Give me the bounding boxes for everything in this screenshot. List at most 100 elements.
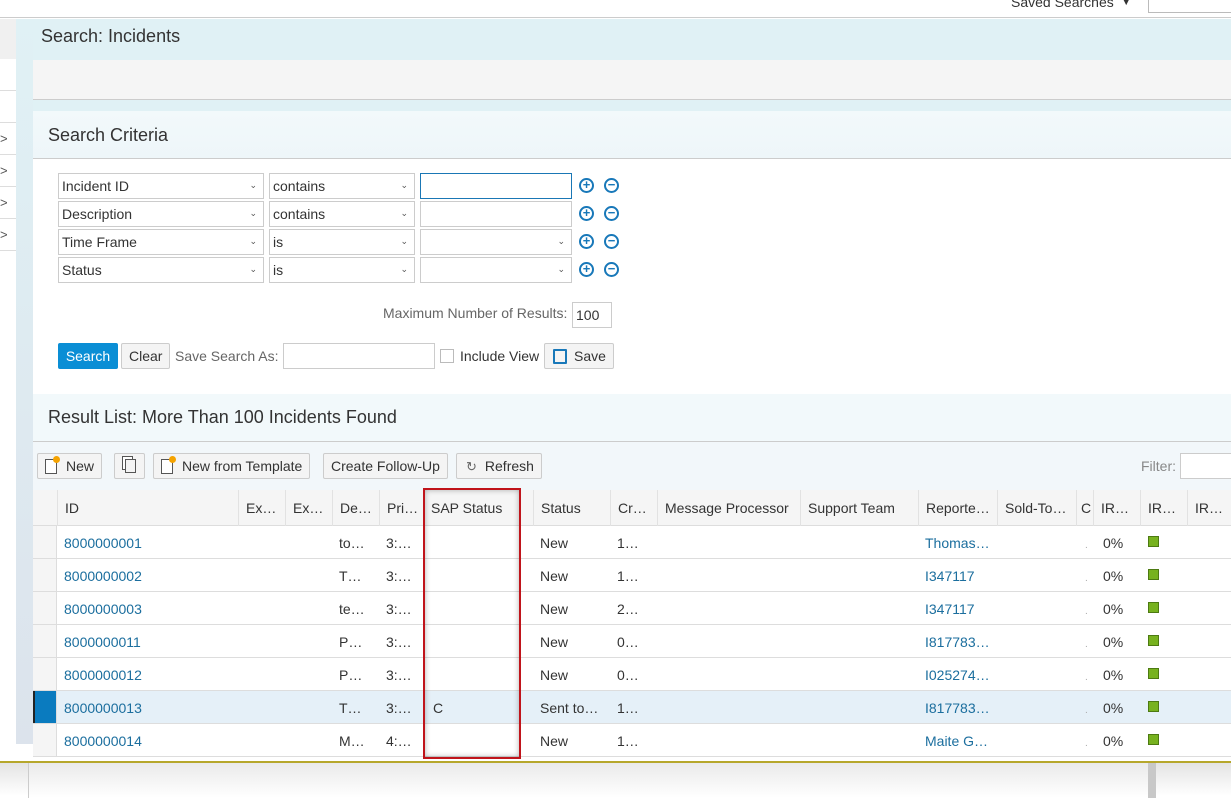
criteria-operator-select[interactable]: contains ⌄ [269,173,415,199]
row-selector[interactable] [33,559,57,591]
scrollbar[interactable] [1148,763,1156,798]
column-header[interactable]: Status [533,490,610,526]
reporter-link[interactable]: I347117 [925,601,975,617]
add-row-icon[interactable]: + [579,206,594,221]
description-cell: M… [339,733,365,749]
save-button[interactable]: Save [544,343,614,369]
incident-id-link[interactable]: 8000000011 [64,634,141,650]
column-header[interactable]: C [1076,490,1093,526]
priority-cell: 3:… [386,700,412,716]
criteria-field-select[interactable]: Description ⌄ [58,201,264,227]
nav-item[interactable]: > [0,123,16,155]
nav-item[interactable]: > [0,155,16,187]
remove-row-icon[interactable]: − [604,234,619,249]
reporter-link[interactable]: I817783… [925,634,990,650]
criteria-operator-select[interactable]: is ⌄ [269,229,415,255]
filter-input[interactable] [1180,453,1231,479]
column-header[interactable]: De… [332,490,379,526]
reporter-link[interactable]: Thomas… [925,535,990,551]
remove-row-icon[interactable]: − [604,178,619,193]
criteria-field-select[interactable]: Incident ID ⌄ [58,173,264,199]
clear-button[interactable]: Clear [121,343,171,369]
copy-button[interactable] [114,453,145,479]
status-lamp-icon [1148,701,1159,712]
table-header: ID Ex… Ex… De… Pri… SAP Status Status Cr… Messag… [33,490,1231,526]
column-header[interactable]: Message Processor [657,490,800,526]
table-row[interactable]: 8000000014 M… 4:… New 1… Maite G…. 0% [33,724,1231,757]
description-cell: to… [339,535,365,551]
saved-searches-menu[interactable]: Saved Searches ▼ [1011,0,1131,10]
new-document-icon [45,456,60,474]
max-results-input[interactable]: 100 [572,302,612,328]
add-row-icon[interactable]: + [579,262,594,277]
incident-id-link[interactable]: 8000000013 [64,700,142,716]
criteria-operator-select[interactable]: is ⌄ [269,257,415,283]
column-header[interactable]: Cr… [610,490,657,526]
reporter-link[interactable]: I025274… [925,667,990,683]
reporter-link[interactable]: I817783… [925,700,990,716]
nav-item[interactable] [0,59,16,91]
table-row[interactable]: 8000000013 T… 3:… C Sent to… 1… I817783…. 0% [33,691,1231,724]
remove-row-icon[interactable]: − [604,262,619,277]
include-view-checkbox[interactable] [440,349,454,363]
nav-item[interactable]: > [0,187,16,219]
global-search-input[interactable] [1148,0,1231,13]
incident-id-link[interactable]: 8000000001 [64,535,142,551]
incident-id-link[interactable]: 8000000012 [64,667,142,683]
nav-item[interactable] [0,91,16,123]
criteria-operator-select[interactable]: contains ⌄ [269,201,415,227]
column-header[interactable]: Sold-To… [997,490,1076,526]
row-selector[interactable] [33,625,57,657]
criteria-field-value: Status [62,262,102,278]
results-toolbar: New New from Template Create Follow-Up ↻… [33,442,1231,490]
status-lamp-icon [1148,602,1159,613]
criteria-value-input[interactable] [420,201,572,227]
refresh-button[interactable]: ↻ Refresh [456,453,542,479]
criteria-value-select[interactable]: ⌄ [420,229,572,255]
criteria-value-input[interactable] [420,173,572,199]
column-header[interactable]: Ex… [238,490,285,526]
column-header[interactable]: ID [57,490,238,526]
bottom-panel [28,763,1148,798]
criteria-value-select[interactable]: ⌄ [420,257,572,283]
reporter-link[interactable]: Maite G… [925,733,988,749]
table-row[interactable]: 8000000011 P… 3:… New 0… I817783…. 0% [33,625,1231,658]
column-header[interactable]: Reporte… [918,490,997,526]
new-from-template-button[interactable]: New from Template [153,453,311,479]
new-button[interactable]: New [37,453,103,479]
incident-id-link[interactable]: 8000000002 [64,568,142,584]
column-header[interactable]: Ex… [285,490,332,526]
table-row[interactable]: 8000000012 P… 3:… New 0… I025274…. 0% [33,658,1231,691]
row-selector[interactable] [33,724,57,756]
row-selector[interactable] [33,691,57,723]
criteria-field-select[interactable]: Time Frame ⌄ [58,229,264,255]
table-row[interactable]: 8000000003 te… 3:… New 2… I347117. 0% [33,592,1231,625]
column-header[interactable]: Pri… [379,490,423,526]
remove-row-icon[interactable]: − [604,206,619,221]
incident-id-link[interactable]: 8000000003 [64,601,142,617]
copy-icon [125,459,136,473]
create-follow-up-button[interactable]: Create Follow-Up [323,453,448,479]
table-row[interactable]: 8000000001 to… 3:… New 1… Thomas…. 0% [33,526,1231,559]
criteria-field-select[interactable]: Status ⌄ [58,257,264,283]
save-search-name-input[interactable] [283,343,435,369]
column-header[interactable]: Support Team [800,490,918,526]
sap-status-highlight [423,488,521,759]
add-row-icon[interactable]: + [579,234,594,249]
nav-item[interactable]: > [0,219,16,251]
incident-id-link[interactable]: 8000000014 [64,733,142,749]
row-selector[interactable] [33,658,57,690]
reporter-link[interactable]: I347117 [925,568,975,584]
save-search-as-label: Save Search As: [175,348,279,364]
row-selector[interactable] [33,526,57,558]
column-header[interactable]: IR… [1187,490,1231,526]
column-header[interactable]: IR… [1140,490,1187,526]
splitter[interactable] [16,19,33,744]
search-button[interactable]: Search [58,343,118,369]
table-row[interactable]: 8000000002 T… 3:… New 1… I347117. 0% [33,559,1231,592]
select-all-cell[interactable] [33,490,57,526]
add-row-icon[interactable]: + [579,178,594,193]
chevron-down-icon: ⌄ [249,180,257,190]
row-selector[interactable] [33,592,57,624]
column-header[interactable]: IR… [1093,490,1140,526]
